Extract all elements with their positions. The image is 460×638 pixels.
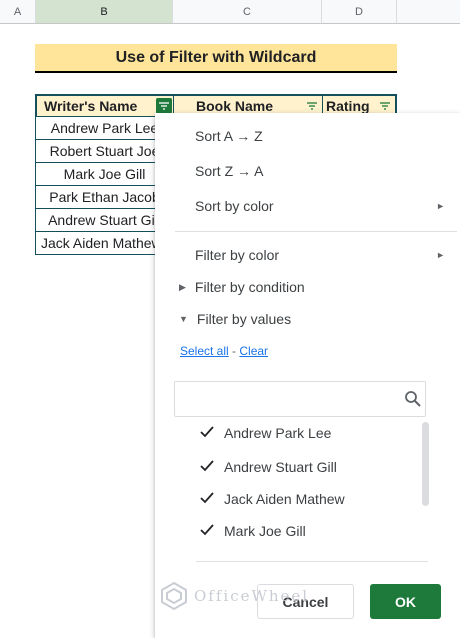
checkmark-icon bbox=[200, 523, 214, 539]
expand-arrow-icon: ▶ bbox=[179, 281, 186, 292]
table-cell[interactable]: Mark Joe Gill bbox=[35, 163, 173, 186]
filter-by-condition-option[interactable]: ▶ Filter by condition bbox=[179, 277, 305, 297]
select-all-link[interactable]: Select all bbox=[180, 344, 229, 358]
cancel-button[interactable]: Cancel bbox=[257, 584, 354, 619]
clear-link[interactable]: Clear bbox=[239, 344, 268, 358]
column-header-d[interactable]: D bbox=[322, 0, 397, 24]
menu-divider bbox=[175, 231, 457, 232]
filter-icon[interactable] bbox=[304, 98, 320, 114]
values-search-input[interactable] bbox=[174, 381, 426, 417]
filter-by-values-option[interactable]: ▼ Filter by values bbox=[179, 309, 291, 329]
header-writers-name[interactable]: Writer's Name bbox=[35, 94, 173, 117]
checkmark-icon bbox=[200, 491, 214, 507]
sheet-title: Use of Filter with Wildcard bbox=[35, 44, 397, 73]
submenu-arrow-icon: ► bbox=[436, 201, 445, 211]
column-header-e[interactable] bbox=[397, 0, 460, 24]
column-header-a[interactable]: A bbox=[0, 0, 36, 24]
sort-z-a-option[interactable]: Sort Z → A bbox=[195, 161, 263, 181]
column-header-c[interactable]: C bbox=[173, 0, 322, 24]
ok-button[interactable]: OK bbox=[370, 584, 441, 619]
collapse-arrow-icon: ▼ bbox=[179, 314, 188, 324]
column-header-b[interactable]: B bbox=[36, 0, 173, 24]
filter-icon[interactable] bbox=[377, 98, 393, 114]
table-cell[interactable]: Andrew Park Lee bbox=[35, 117, 173, 140]
value-checkbox-item[interactable]: Andrew Park Lee bbox=[200, 425, 331, 441]
menu-divider bbox=[196, 561, 428, 562]
filter-by-color-option[interactable]: Filter by color ► bbox=[195, 245, 445, 265]
value-checkbox-item[interactable]: Andrew Stuart Gill bbox=[200, 457, 337, 477]
checkmark-icon bbox=[200, 459, 214, 475]
table-cell[interactable]: Park Ethan Jacob bbox=[35, 186, 173, 209]
filter-menu bbox=[155, 113, 460, 638]
table-cell[interactable]: Andrew Stuart Gill bbox=[35, 209, 173, 232]
sort-by-color-option[interactable]: Sort by color ► bbox=[195, 196, 445, 216]
checkmark-icon bbox=[200, 425, 214, 441]
select-clear-links: Select all - Clear bbox=[180, 344, 269, 358]
table-cell[interactable]: Robert Stuart Joe bbox=[35, 140, 173, 163]
sort-a-z-option[interactable]: Sort A → Z bbox=[195, 126, 263, 146]
submenu-arrow-icon: ► bbox=[436, 250, 445, 260]
search-icon bbox=[404, 390, 422, 413]
filter-active-icon[interactable] bbox=[156, 98, 172, 114]
value-checkbox-item[interactable]: Mark Joe Gill bbox=[200, 521, 306, 541]
values-scrollbar[interactable] bbox=[422, 422, 429, 506]
value-checkbox-item[interactable]: Jack Aiden Mathew bbox=[200, 489, 345, 509]
table-cell[interactable]: Jack Aiden Mathew bbox=[35, 232, 173, 255]
